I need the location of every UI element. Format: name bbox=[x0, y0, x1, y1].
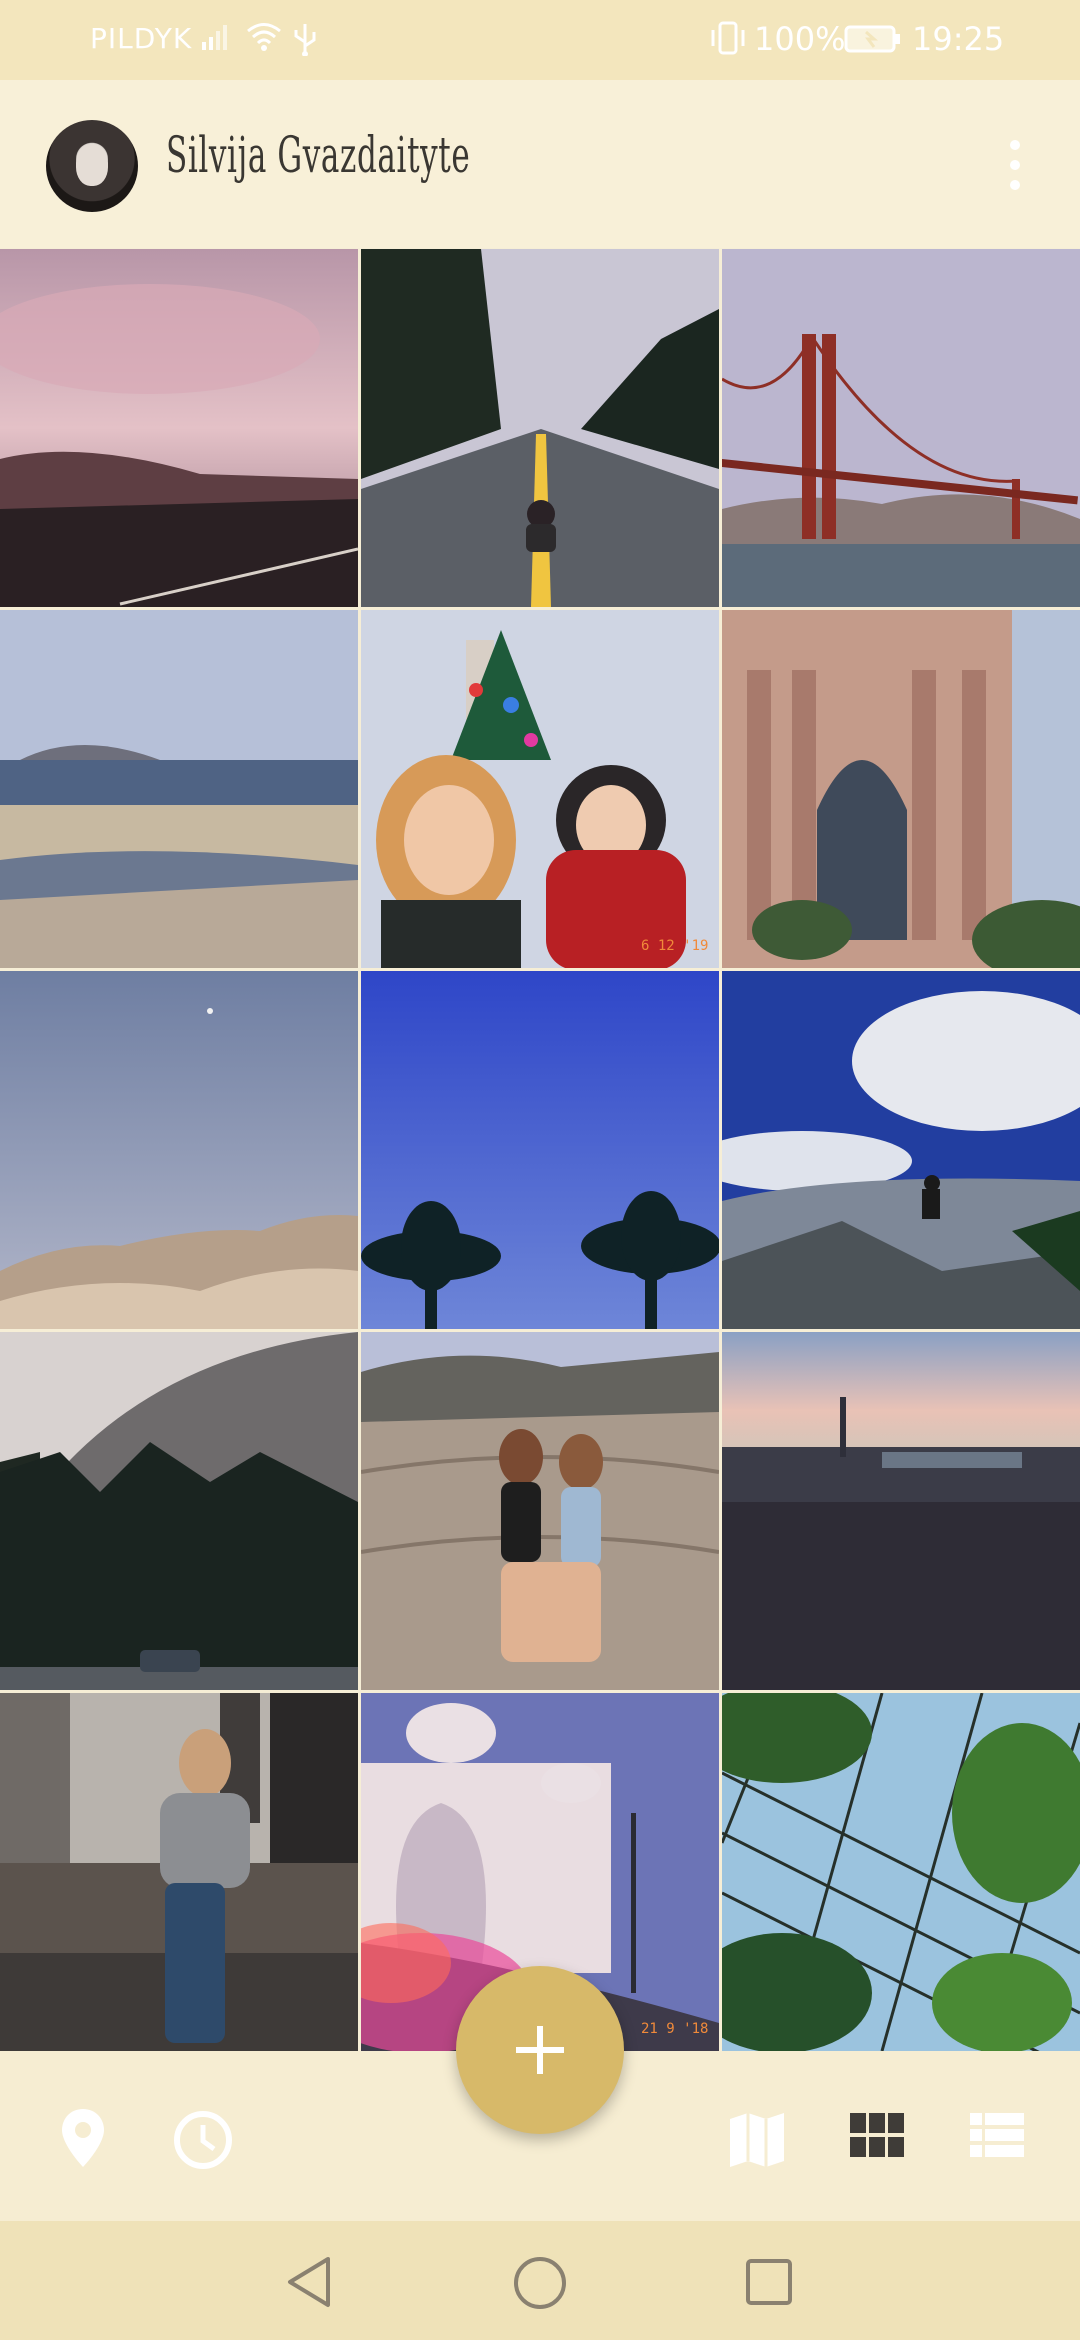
carrier-label: PILDYK bbox=[90, 22, 193, 55]
photo-girl-on-wall-city[interactable] bbox=[0, 1693, 358, 2051]
profile-name: Silvija Gvazdaityte bbox=[166, 126, 471, 184]
photo-two-girls-on-rocks[interactable] bbox=[361, 1332, 719, 1690]
list-view-icon[interactable] bbox=[970, 2113, 1024, 2159]
photo-person-on-rock-clouds[interactable] bbox=[722, 971, 1080, 1329]
photo-beach-bay[interactable] bbox=[0, 610, 358, 968]
add-photo-button[interactable] bbox=[456, 1966, 624, 2134]
battery-percent: 100% bbox=[754, 20, 846, 58]
recents-icon[interactable] bbox=[744, 2257, 794, 2307]
photo-palace-of-fine-arts[interactable] bbox=[722, 610, 1080, 968]
usb-icon bbox=[294, 24, 316, 56]
photo-selfie-christmas-tree[interactable]: 6 12 '19 bbox=[361, 610, 719, 968]
app-header: Silvija Gvazdaityte bbox=[0, 80, 1080, 248]
photo-golden-gate-bridge[interactable] bbox=[722, 249, 1080, 607]
home-icon[interactable] bbox=[512, 2255, 568, 2311]
back-icon[interactable] bbox=[284, 2255, 334, 2309]
signal-icon bbox=[202, 25, 227, 50]
photo-yosemite-cliff-forest[interactable] bbox=[0, 1332, 358, 1690]
photo-grid: 6 12 '19 21 9 '18 bbox=[0, 249, 1080, 2051]
clock-icon[interactable] bbox=[172, 2109, 234, 2171]
location-pin-icon[interactable] bbox=[58, 2107, 108, 2169]
status-bar: PILDYK 100% 19:25 bbox=[0, 0, 1080, 80]
photo-date-stamp: 6 12 '19 bbox=[641, 938, 708, 954]
photo-palm-trees-blue-sky[interactable] bbox=[361, 971, 719, 1329]
avatar[interactable] bbox=[46, 120, 138, 212]
vibrate-icon bbox=[711, 21, 745, 55]
more-vert-icon[interactable] bbox=[1000, 138, 1030, 194]
add-icon bbox=[516, 2026, 564, 2074]
photo-city-skyline-sunset[interactable] bbox=[722, 1332, 1080, 1690]
photo-road-person-sitting[interactable] bbox=[361, 249, 719, 607]
photo-date-stamp: 21 9 '18 bbox=[641, 2021, 708, 2037]
map-icon[interactable] bbox=[728, 2111, 786, 2169]
clock-time: 19:25 bbox=[912, 20, 1005, 58]
photo-desert-dunes-moon[interactable] bbox=[0, 971, 358, 1329]
system-nav-bar bbox=[0, 2221, 1080, 2340]
photo-pink-clouds-hills[interactable] bbox=[0, 249, 358, 607]
photo-greenhouse-leaves[interactable] bbox=[722, 1693, 1080, 2051]
wifi-icon bbox=[247, 23, 281, 51]
grid-view-icon[interactable] bbox=[850, 2113, 904, 2159]
battery-icon bbox=[844, 25, 900, 53]
